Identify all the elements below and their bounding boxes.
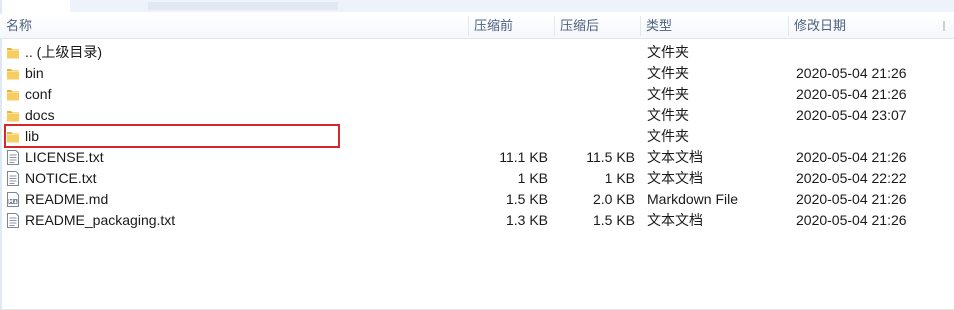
file-modified-date: 2020-05-04 23:07 (796, 107, 907, 123)
markdown-file-icon (6, 192, 20, 207)
text-file-icon (6, 150, 20, 165)
annotation-highlight-box (4, 124, 340, 148)
file-row[interactable]: NOTICE.txt 1 KB 1 KB 文本文档 2020-05-04 22:22 (0, 168, 954, 189)
file-name: docs (25, 107, 55, 123)
text-file-icon (6, 213, 20, 228)
column-header-bar: 名称 压缩前 压缩后 类型 修改日期 (0, 14, 954, 39)
file-modified-date: 2020-05-04 21:26 (796, 86, 907, 102)
file-modified-date: 2020-05-04 21:26 (796, 191, 907, 207)
horizontal-scrollbar[interactable] (70, 0, 954, 12)
file-type: 文件夹 (647, 65, 689, 81)
column-options-icon[interactable] (938, 20, 950, 32)
column-header-original[interactable]: 压缩后 (554, 14, 640, 38)
file-type: 文件夹 (647, 86, 689, 102)
file-type: Markdown File (647, 191, 739, 207)
file-compressed-size: 1 KB (517, 170, 548, 186)
folder-icon (6, 87, 20, 102)
column-header-compressed[interactable]: 压缩前 (468, 14, 554, 38)
folder-icon (6, 108, 20, 123)
file-row[interactable]: bin 文件夹 2020-05-04 21:26 (0, 63, 954, 84)
file-name: README_packaging.txt (25, 212, 176, 228)
column-header-modified[interactable]: 修改日期 (788, 14, 938, 38)
file-row[interactable]: README.md 1.5 KB 2.0 KB Markdown File 2020-0… (0, 189, 954, 210)
file-name: LICENSE.txt (25, 149, 104, 165)
file-row[interactable]: conf 文件夹 2020-05-04 21:26 (0, 84, 954, 105)
file-compressed-size: 1.3 KB (505, 212, 548, 228)
file-row[interactable]: LICENSE.txt 11.1 KB 11.5 KB 文本文档 2020-05-04 … (0, 147, 954, 168)
file-original-size: 1 KB (604, 170, 635, 186)
file-name: NOTICE.txt (25, 170, 97, 186)
file-original-size: 1.5 KB (592, 212, 635, 228)
file-name: bin (25, 65, 44, 81)
file-type: 文件夹 (647, 44, 689, 60)
folder-icon (6, 66, 20, 81)
file-type: 文件夹 (647, 128, 689, 144)
column-header-type[interactable]: 类型 (640, 14, 788, 38)
file-name: conf (25, 86, 52, 102)
file-type: 文本文档 (647, 212, 703, 228)
file-modified-date: 2020-05-04 21:26 (796, 212, 907, 228)
file-row[interactable]: .. (上级目录) 文件夹 (0, 42, 954, 63)
file-original-size: 2.0 KB (592, 191, 635, 207)
file-original-size: 11.5 KB (586, 149, 635, 165)
file-type: 文本文档 (647, 170, 703, 186)
file-compressed-size: 1.5 KB (505, 191, 548, 207)
scrollbar-thumb[interactable] (148, 2, 338, 10)
file-row[interactable]: README_packaging.txt 1.3 KB 1.5 KB 文本文档 2020… (0, 210, 954, 231)
file-name: README.md (25, 191, 109, 207)
file-name: .. (上级目录) (25, 44, 102, 60)
column-header-name[interactable]: 名称 (0, 14, 470, 38)
file-type: 文本文档 (647, 149, 703, 165)
file-compressed-size: 11.1 KB (499, 149, 548, 165)
file-row[interactable]: docs 文件夹 2020-05-04 23:07 (0, 105, 954, 126)
file-modified-date: 2020-05-04 21:26 (796, 65, 907, 81)
file-modified-date: 2020-05-04 21:26 (796, 149, 907, 165)
folder-icon (6, 45, 20, 60)
file-modified-date: 2020-05-04 22:22 (796, 170, 907, 186)
text-file-icon (6, 171, 20, 186)
file-type: 文件夹 (647, 107, 689, 123)
